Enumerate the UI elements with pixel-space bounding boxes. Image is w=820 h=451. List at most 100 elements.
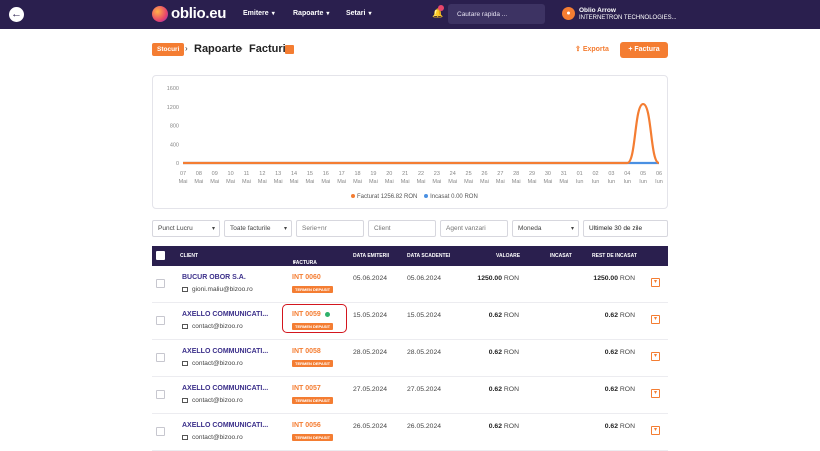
x-tick-month-label: Mai (448, 179, 457, 185)
export-button[interactable]: ⇪ Exporta (575, 45, 609, 53)
x-tick-label: 20 (386, 171, 392, 177)
x-tick-label: 02 (592, 171, 598, 177)
breadcrumb-stocuri-badge[interactable]: Stocuri (152, 43, 185, 56)
x-tick-label: 29 (529, 171, 535, 177)
rest-currency: RON (619, 275, 635, 282)
x-tick-label: 16 (323, 171, 329, 177)
toate-facturile-select[interactable]: Toate facturile ▾ (224, 220, 292, 237)
legend-facturat[interactable]: Facturat 1256.82 RON (351, 194, 417, 200)
series-facturat-line (183, 102, 661, 165)
col-incasat[interactable]: INCASAT (550, 253, 572, 259)
rest-currency: RON (619, 349, 635, 356)
col-client[interactable]: CLIENT (180, 253, 198, 259)
chevron-right-icon: › (185, 44, 188, 53)
x-tick-label: 10 (228, 171, 234, 177)
col-data-scadentei[interactable]: DATA SCADENTEI (407, 253, 450, 259)
x-tick-label: 15 (307, 171, 313, 177)
chevron-down-icon: ▾ (326, 11, 330, 17)
row-checkbox[interactable] (156, 316, 165, 325)
invoice-number-link[interactable]: INT 0056 (292, 422, 321, 429)
add-invoice-button[interactable]: + Factura (620, 42, 668, 58)
x-tick-month-label: Mai (321, 179, 330, 185)
table-row: AXELLO COMMUNICATI... contact@bizoo.ro I… (152, 340, 668, 377)
x-tick-month-label: Mai (337, 179, 346, 185)
chart-legend: Facturat 1256.82 RON Incasat 0.00 RON (351, 194, 478, 200)
toate-facturile-value: Toate facturile (230, 225, 271, 232)
back-arrow-icon[interactable]: ← (9, 7, 24, 22)
value-currency: RON (503, 423, 519, 430)
x-tick-month-label: Mai (417, 179, 426, 185)
value-currency: RON (503, 312, 519, 319)
perioada-value: Ultimele 30 de zile (589, 225, 643, 232)
row-actions-dropdown-icon[interactable]: ▾ (651, 315, 660, 324)
oblio-logo-icon[interactable] (152, 6, 168, 22)
user-avatar-icon[interactable]: ● (562, 7, 575, 20)
client-name-link[interactable]: BUCUR OBOR S.A. (182, 274, 246, 281)
due-date: 28.05.2024 (407, 349, 442, 356)
user-company[interactable]: INTERNETRON TECHNOLOGIES... (579, 15, 677, 21)
serie-nr-input[interactable] (296, 220, 364, 237)
issue-date: 26.05.2024 (353, 423, 388, 430)
row-actions-dropdown-icon[interactable]: ▾ (651, 352, 660, 361)
table-row: AXELLO COMMUNICATI... contact@bizoo.ro I… (152, 377, 668, 414)
row-actions-dropdown-icon[interactable]: ▾ (651, 426, 660, 435)
row-checkbox[interactable] (156, 427, 165, 436)
invoice-number: INT 0056 (292, 422, 321, 429)
table-row: AXELLO COMMUNICATI... contact@bizoo.ro I… (152, 303, 668, 340)
invoice-number: INT 0060 (292, 274, 321, 281)
logo-text[interactable]: oblio.eu (171, 5, 226, 22)
value-amount: 0.62 (488, 386, 502, 393)
chart-icon[interactable] (285, 45, 294, 54)
agent-vanzari-input[interactable] (440, 220, 508, 237)
breadcrumb-rapoarte[interactable]: Rapoarte (194, 43, 242, 55)
select-all-checkbox[interactable] (156, 251, 165, 260)
x-tick-month-label: Iun (623, 179, 631, 185)
legend-incasat[interactable]: Incasat 0.00 RON (424, 194, 478, 200)
row-actions-dropdown-icon[interactable]: ▾ (651, 389, 660, 398)
legend-incasat-value: 0.00 RON (451, 194, 478, 200)
x-tick-month-label: Mai (179, 179, 188, 185)
quick-search-input[interactable] (448, 4, 545, 24)
envelope-icon (182, 434, 188, 440)
x-tick-label: 11 (244, 171, 250, 177)
punct-lucru-select[interactable]: Punct Lucru ▾ (152, 220, 220, 237)
x-tick-label: 31 (561, 171, 567, 177)
col-data-emiterii[interactable]: DATA EMITERII (353, 253, 389, 259)
envelope-icon (182, 360, 188, 366)
col-rest-de-incasat[interactable]: REST DE INCASAT (592, 253, 637, 259)
x-tick-month-label: Mai (353, 179, 362, 185)
client-input[interactable] (368, 220, 436, 237)
client-name-link[interactable]: AXELLO COMMUNICATI... (182, 385, 268, 392)
invoice-number-link[interactable]: INT 0058 (292, 348, 321, 355)
nav-emitere[interactable]: Emitere ▾ (243, 10, 275, 17)
punct-lucru-value: Punct Lucru (158, 225, 193, 232)
x-tick-label: 18 (354, 171, 360, 177)
row-checkbox[interactable] (156, 353, 165, 362)
invoice-number-link[interactable]: INT 0060 (292, 274, 321, 281)
row-actions-dropdown-icon[interactable]: ▾ (651, 278, 660, 287)
rest-value: 0.62 (604, 386, 618, 393)
rest-value: 1250.00 (593, 275, 618, 282)
issue-date: 05.06.2024 (353, 275, 388, 282)
overdue-badge: TERMEN DEPASIT (292, 397, 334, 404)
client-name-link[interactable]: AXELLO COMMUNICATI... (182, 311, 268, 318)
nav-setari[interactable]: Setari ▾ (346, 10, 371, 17)
invoice-number-link[interactable]: INT 0057 (292, 385, 321, 392)
x-tick-month-label: Mai (464, 179, 473, 185)
perioada-select[interactable]: Ultimele 30 de zile (583, 220, 668, 237)
nav-rapoarte[interactable]: Rapoarte ▾ (293, 10, 329, 17)
col-valoare[interactable]: VALOARE (496, 253, 520, 259)
row-checkbox[interactable] (156, 390, 165, 399)
client-name-link[interactable]: AXELLO COMMUNICATI... (182, 348, 268, 355)
user-name[interactable]: Oblio Arrow (579, 7, 616, 14)
x-tick-label: 17 (339, 171, 345, 177)
row-checkbox[interactable] (156, 279, 165, 288)
rest-amount: 0.62 RON (605, 386, 635, 393)
client-name-link[interactable]: AXELLO COMMUNICATI... (182, 422, 268, 429)
legend-facturat-label: Facturat (357, 194, 380, 200)
moneda-select[interactable]: Moneda ▾ (512, 220, 579, 237)
client-email-text: contact@bizoo.ro (192, 434, 243, 441)
due-date: 27.05.2024 (407, 386, 442, 393)
x-tick-month-label: Iun (639, 179, 647, 185)
x-tick-label: 28 (513, 171, 519, 177)
